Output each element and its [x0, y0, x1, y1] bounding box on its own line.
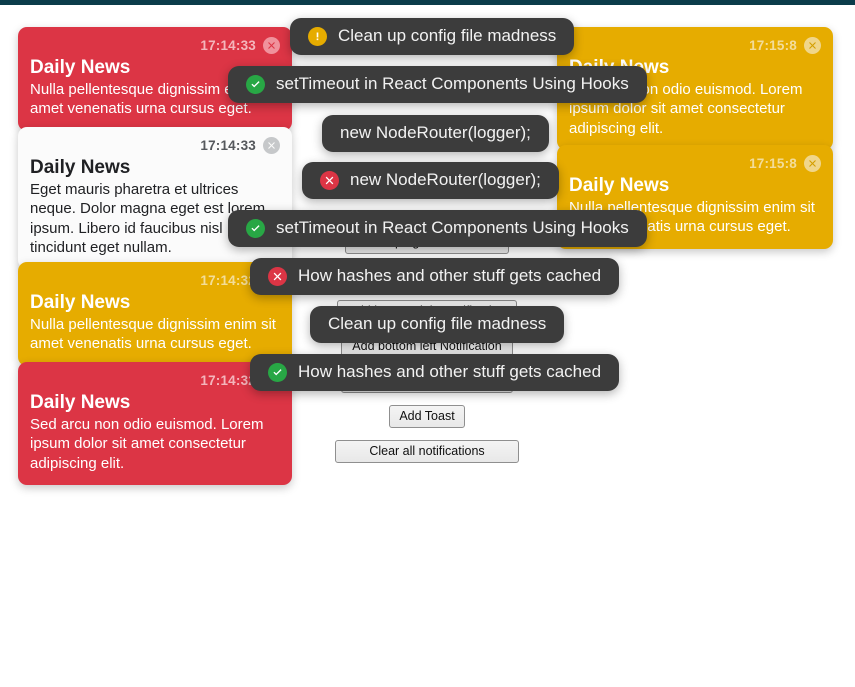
toast[interactable]: setTimeout in React Components Using Hoo…	[228, 66, 647, 103]
notification-header: 17:14:32	[30, 270, 280, 290]
notification-title: Daily News	[30, 157, 131, 178]
notification-timestamp: 17:14:33	[200, 137, 256, 153]
notification-timestamp: 17:15:8	[749, 37, 797, 53]
toast[interactable]: new NodeRouter(logger);	[302, 162, 559, 199]
toast-message: new NodeRouter(logger);	[340, 123, 531, 142]
notification-title: Daily News	[30, 292, 131, 313]
toast-message: new NodeRouter(logger);	[350, 170, 541, 190]
error-icon	[268, 267, 287, 286]
notification-header: 17:14:33	[30, 135, 280, 155]
error-icon	[320, 171, 339, 190]
success-icon	[268, 363, 287, 382]
toast[interactable]: setTimeout in React Components Using Hoo…	[228, 210, 647, 247]
notification-timestamp: 17:14:32	[200, 372, 256, 388]
notification-title: Daily News	[569, 175, 670, 196]
toast-message: setTimeout in React Components Using Hoo…	[276, 218, 629, 238]
notification-header: 17:14:32	[30, 370, 280, 390]
notification-timestamp: 17:14:32	[200, 272, 256, 288]
notification-header: 17:15:8	[569, 35, 821, 55]
toast-message: How hashes and other stuff gets cached	[298, 266, 602, 286]
clear-all-notifications-button[interactable]: Clear all notifications	[335, 440, 519, 463]
warning-icon	[308, 27, 327, 46]
notification-body: Nulla pellentesque dignissim enim sit am…	[30, 316, 276, 353]
notification-header: 17:14:33	[30, 35, 280, 55]
notification-body: Sed arcu non odio euismod. Lorem ipsum d…	[30, 416, 264, 472]
notification-title: Daily News	[30, 392, 131, 413]
toast-message: Clean up config file madness	[328, 314, 547, 333]
toast[interactable]: Clean up config file madness	[290, 18, 575, 55]
add-toast-button[interactable]: Add Toast	[389, 405, 465, 428]
notification-timestamp: 17:15:8	[749, 155, 797, 171]
close-circle-icon[interactable]	[804, 36, 821, 54]
close-circle-icon[interactable]	[263, 36, 280, 54]
close-circle-icon[interactable]	[804, 154, 821, 172]
notification-timestamp: 17:14:33	[200, 37, 256, 53]
notification-card[interactable]: 17:14:33 Daily News Eget mauris pharetra…	[18, 127, 292, 270]
toast-message: How hashes and other stuff gets cached	[298, 362, 602, 382]
app-root: 17:14:33 Daily News Nulla pellentesque d…	[0, 0, 855, 687]
success-icon	[246, 219, 265, 238]
toast[interactable]: How hashes and other stuff gets cached	[250, 354, 620, 391]
toast-message: setTimeout in React Components Using Hoo…	[276, 74, 629, 94]
toast[interactable]: How hashes and other stuff gets cached	[250, 258, 620, 295]
top-accent-bar	[0, 0, 855, 5]
close-circle-icon[interactable]	[263, 136, 280, 154]
notification-header: 17:15:8	[569, 153, 821, 173]
toast-message: Clean up config file madness	[338, 26, 557, 46]
toast[interactable]: Clean up config file madness	[310, 306, 565, 343]
toast[interactable]: new NodeRouter(logger);	[322, 115, 549, 152]
success-icon	[246, 75, 265, 94]
